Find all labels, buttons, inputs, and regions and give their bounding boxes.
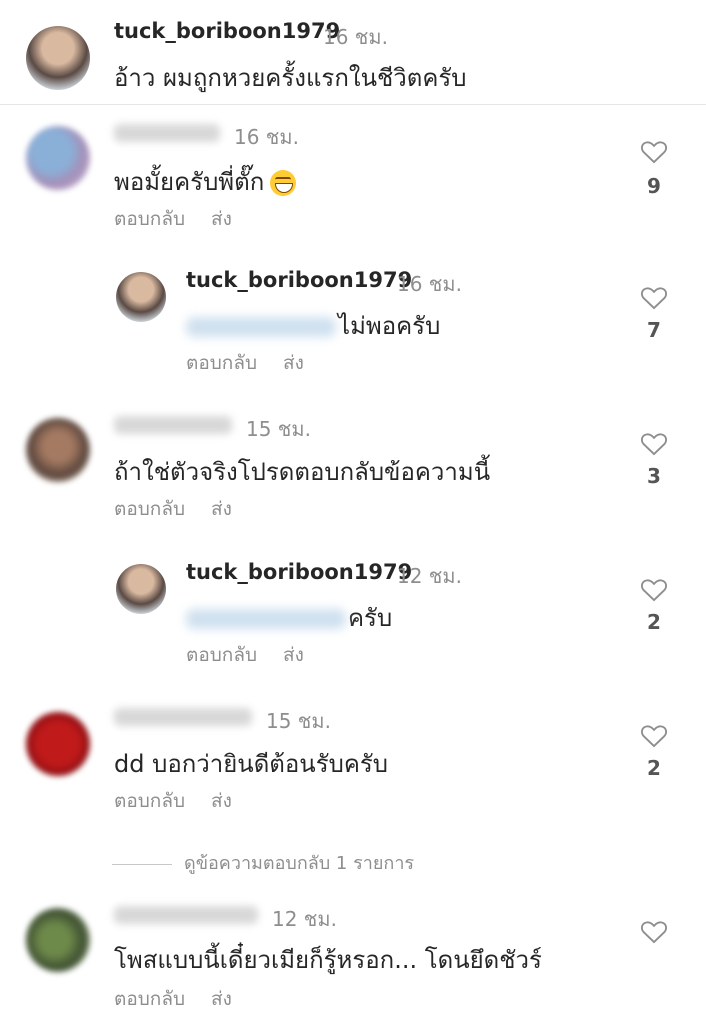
comment-actions: ตอบกลับ ส่ง [114, 984, 258, 1014]
comment-text: ไม่พอครับ [186, 306, 440, 345]
divider-line [112, 863, 172, 865]
timestamp: 16 ชม. [323, 25, 388, 49]
avatar[interactable] [26, 126, 90, 190]
username-blurred[interactable] [114, 906, 258, 924]
caption-text: อ้าว ผมถูกหวยครั้งแรกในชีวิตครับ [114, 64, 467, 92]
like-count: 2 [647, 610, 661, 634]
username-blurred[interactable] [114, 708, 252, 726]
comment-actions: ตอบกลับ ส่ง [114, 494, 258, 524]
timestamp: 12 ชม. [272, 907, 337, 931]
heart-outline-icon[interactable] [634, 918, 674, 944]
mention-blurred[interactable] [186, 317, 336, 337]
view-replies-button[interactable]: ดูข้อความตอบกลับ 1 รายการ [112, 848, 414, 877]
send-button[interactable]: ส่ง [211, 790, 232, 812]
comment-actions: ตอบกลับ ส่ง [114, 204, 258, 234]
heart-outline-icon[interactable] [634, 284, 674, 310]
reply-button[interactable]: ตอบกลับ [114, 790, 185, 812]
username-blurred[interactable] [114, 124, 220, 142]
reply-item: tuck_boriboon1979 16 ชม. ไม่พอครับ ตอบกล… [0, 254, 706, 396]
timestamp: 15 ชม. [266, 709, 331, 733]
reply-button[interactable]: ตอบกลับ [114, 498, 185, 520]
comment-text: พอมั้ยครับพี่ตั๊ก [114, 162, 297, 201]
timestamp: 12 ชม. [397, 564, 462, 588]
comment-item: 12 ชม. โพสแบบนี้เดี๋ยวเมียก็รู้หรอก... โ… [0, 886, 706, 1024]
username[interactable]: tuck_boriboon1979 [186, 268, 412, 292]
comment-text: ถ้าใช่ตัวจริงโปรดตอบกลับข้อความนี้ [114, 458, 491, 486]
grinning-emoji-icon [270, 170, 297, 196]
send-button[interactable]: ส่ง [211, 498, 232, 520]
heart-outline-icon[interactable] [634, 138, 674, 164]
mention-blurred[interactable] [186, 609, 346, 629]
reply-button[interactable]: ตอบกลับ [186, 644, 257, 666]
username[interactable]: tuck_boriboon1979 [114, 19, 340, 43]
like-count: 2 [647, 756, 661, 780]
send-button[interactable]: ส่ง [283, 644, 304, 666]
comment-actions: ตอบกลับ ส่ง [186, 348, 330, 378]
timestamp: 16 ชม. [397, 272, 462, 296]
send-button[interactable]: ส่ง [211, 208, 232, 230]
send-button[interactable]: ส่ง [283, 352, 304, 374]
post-caption: tuck_boriboon1979 16 ชม. อ้าว ผมถูกหวยคร… [0, 0, 706, 105]
comment-text: ครับ [186, 598, 392, 637]
send-button[interactable]: ส่ง [211, 988, 232, 1010]
avatar[interactable] [26, 418, 90, 482]
username[interactable]: tuck_boriboon1979 [186, 560, 412, 584]
like-count: 7 [647, 318, 661, 342]
reply-button[interactable]: ตอบกลับ [114, 208, 185, 230]
like-count: 9 [647, 174, 661, 198]
comment-item: 15 ชม. ถ้าใช่ตัวจริงโปรดตอบกลับข้อความนี… [0, 396, 706, 546]
reply-button[interactable]: ตอบกลับ [186, 352, 257, 374]
comment-actions: ตอบกลับ ส่ง [114, 786, 258, 816]
avatar[interactable] [26, 908, 90, 972]
avatar[interactable] [116, 272, 166, 322]
avatar[interactable] [26, 712, 90, 776]
timestamp: 15 ชม. [246, 417, 311, 441]
timestamp: 16 ชม. [234, 125, 299, 149]
avatar[interactable] [26, 26, 90, 90]
like-count: 3 [647, 464, 661, 488]
heart-outline-icon[interactable] [634, 722, 674, 748]
comment-text: โพสแบบนี้เดี๋ยวเมียก็รู้หรอก... โดนยึดชั… [114, 946, 542, 974]
heart-outline-icon[interactable] [634, 576, 674, 602]
comment-actions: ตอบกลับ ส่ง [186, 640, 330, 670]
heart-outline-icon[interactable] [634, 430, 674, 456]
reply-item: tuck_boriboon1979 12 ชม. ครับ ตอบกลับ ส่ง… [0, 546, 706, 688]
comment-item: 16 ชม. พอมั้ยครับพี่ตั๊ก ตอบกลับ ส่ง 9 [0, 104, 706, 254]
comment-text: dd บอกว่ายินดีต้อนรับครับ [114, 750, 388, 778]
avatar[interactable] [116, 564, 166, 614]
username-blurred[interactable] [114, 416, 232, 434]
comment-item: 15 ชม. dd บอกว่ายินดีต้อนรับครับ ตอบกลับ… [0, 688, 706, 838]
reply-button[interactable]: ตอบกลับ [114, 988, 185, 1010]
